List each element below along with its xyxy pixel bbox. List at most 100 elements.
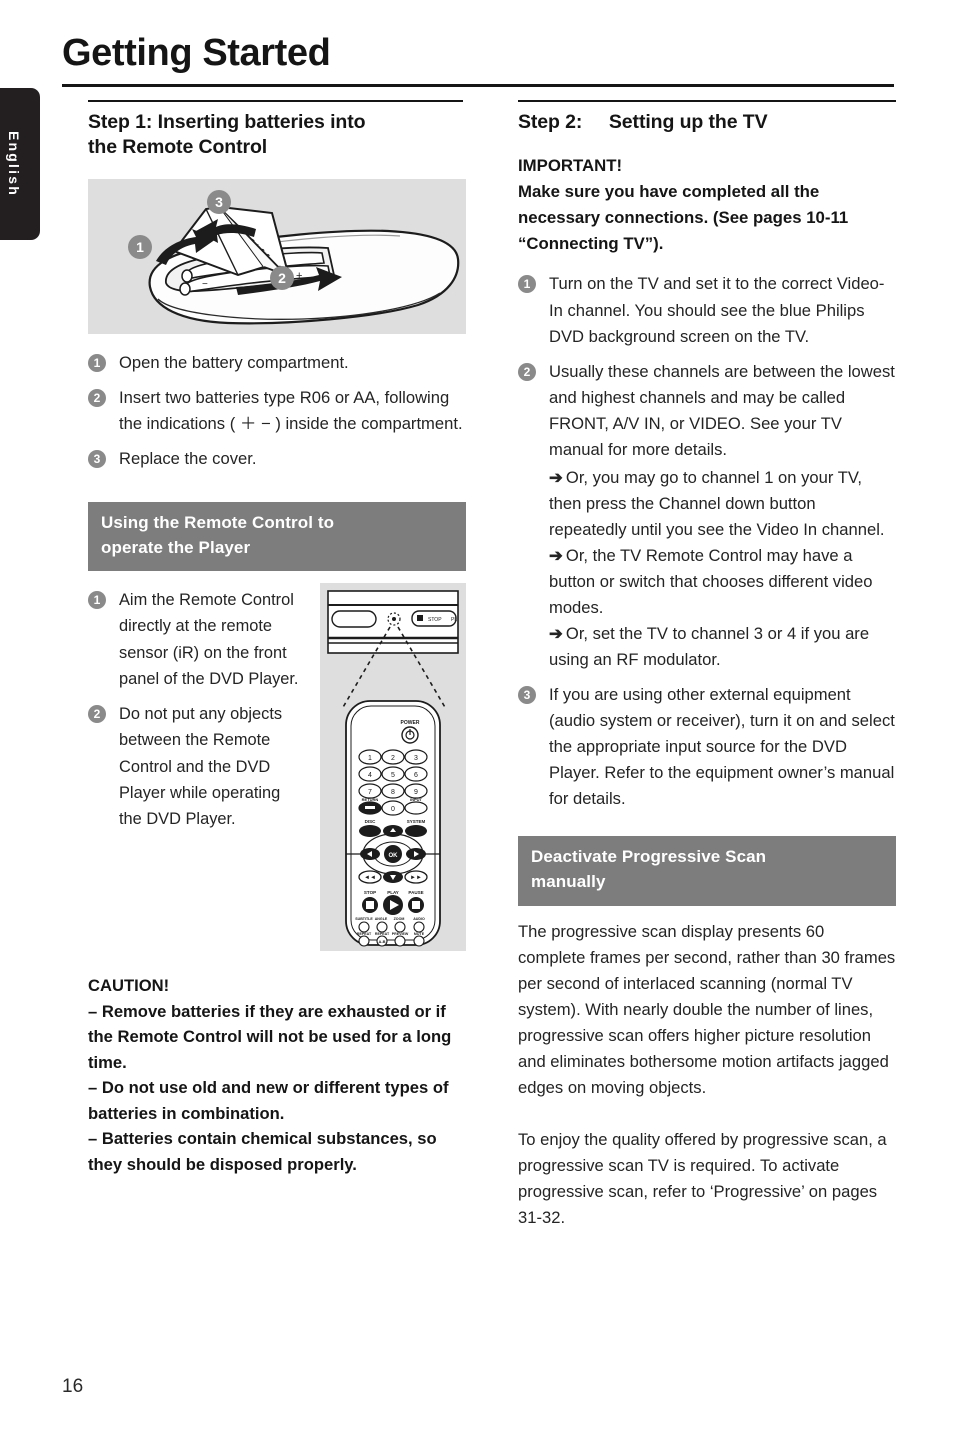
arrow-note: ➔ Or, the TV Remote Control may have a bu… [549, 543, 896, 621]
list-item: 2 Insert two batteries type R06 or AA, f… [88, 385, 466, 437]
list-item: 1 Turn on the TV and set it to the corre… [518, 271, 896, 349]
svg-text:MUTE: MUTE [414, 932, 425, 936]
svg-text:ZOOM: ZOOM [394, 917, 405, 921]
svg-text:3: 3 [215, 194, 223, 210]
list-item-text: Turn on the TV and set it to the correct… [549, 274, 885, 346]
left-column: Step 1: Inserting batteries into the Rem… [88, 100, 466, 1178]
page-number: 16 [62, 1376, 84, 1397]
callout-1: 1 [128, 234, 152, 259]
list-bullet: 2 [88, 388, 106, 407]
svg-text:1: 1 [368, 755, 372, 762]
caution-item: – Do not use old and new or different ty… [88, 1078, 449, 1123]
remote-steps-list: 1 Aim the Remote Control directly at the… [88, 587, 306, 832]
title-divider [62, 84, 894, 87]
svg-text:PLAY: PLAY [387, 890, 399, 895]
list-bullet: 2 [518, 362, 536, 381]
remote-control-body: POWER 1 2 3 4 5 6 7 8 9 0 RETURN INPUT D… [345, 700, 441, 947]
list-item: 3 Replace the cover. [88, 446, 466, 472]
step2-heading: Step 2: Setting up the TV [518, 111, 768, 133]
arrow-note-text: Or, the TV Remote Control may have a but… [549, 545, 873, 618]
caution-block: CAUTION! – Remove batteries if they are … [88, 973, 466, 1177]
progressive-scan-band: Deactivate Progressive Scan manually [518, 836, 896, 906]
remote-usage-text: 1 Aim the Remote Control directly at the… [88, 583, 306, 841]
step2-divider [518, 100, 896, 102]
list-bullet: 2 [88, 705, 106, 724]
svg-text:2: 2 [278, 270, 286, 286]
arrow-note-text: Or, you may go to channel 1 on your TV, … [549, 467, 885, 539]
remote-usage-block: 1 Aim the Remote Control directly at the… [88, 583, 466, 952]
list-item-text: Usually these channels are between the l… [549, 361, 895, 459]
svg-text:AUDIO: AUDIO [413, 917, 425, 921]
list-item-text: If you are using other external equipmen… [549, 685, 895, 809]
list-item: 2 Do not put any objects between the Rem… [88, 701, 306, 832]
svg-text:REPEAT: REPEAT [375, 932, 390, 936]
battery-steps-list: 1 Open the battery compartment. 2 Insert… [88, 350, 466, 472]
svg-text:SUBTITLE: SUBTITLE [355, 917, 373, 921]
svg-text:PL: PL [451, 617, 457, 623]
svg-text:0: 0 [391, 806, 395, 813]
important-title: IMPORTANT! [518, 156, 623, 176]
svg-text:REPEAT: REPEAT [357, 932, 372, 936]
svg-text:INPUT: INPUT [410, 797, 423, 802]
remote-control-aiming-illustration: STOP PL POWER 1 2 3 4 5 6 7 8 9 0 RETURN… [320, 583, 466, 952]
callout-3: 3 [207, 189, 231, 214]
important-text: Make sure you have completed all the nec… [518, 182, 849, 254]
svg-text:9: 9 [414, 789, 418, 796]
dvd-player-front-panel: STOP PL [327, 590, 459, 654]
caution-title: CAUTION! [88, 976, 170, 996]
svg-text:2: 2 [391, 755, 395, 762]
svg-text:5: 5 [391, 772, 395, 779]
svg-text:►►: ►► [410, 875, 422, 881]
callout-2: 2 [270, 265, 294, 290]
list-item-text: Do not put any objects between the Remot… [119, 705, 283, 829]
language-tab: English [0, 88, 40, 240]
caution-item: – Batteries contain chemical substances,… [88, 1129, 437, 1174]
svg-text:A-B: A-B [378, 939, 385, 944]
language-tab-label: English [6, 131, 22, 197]
svg-text:POWER: POWER [401, 720, 420, 726]
list-item: 1 Open the battery compartment. [88, 350, 466, 376]
list-bullet: 3 [518, 686, 536, 705]
list-item-text: Replace the cover. [119, 448, 257, 468]
arrow-notes: ➔ Or, you may go to channel 1 on your TV,… [549, 465, 896, 673]
arrow-icon: ➔ [549, 467, 563, 487]
svg-text:DISC: DISC [365, 819, 377, 824]
list-bullet: 3 [88, 449, 106, 468]
svg-text:6: 6 [414, 772, 418, 779]
arrow-note: ➔ Or, set the TV to channel 3 or 4 if you… [549, 621, 896, 673]
list-bullet: 1 [518, 275, 536, 294]
arrow-note-text: Or, set the TV to channel 3 or 4 if you … [549, 624, 870, 670]
svg-text:◄◄: ◄◄ [364, 875, 376, 881]
svg-text:STOP: STOP [428, 617, 442, 623]
list-item-text: Insert two batteries type R06 or AA, fol… [119, 387, 463, 433]
arrow-note: ➔ Or, you may go to channel 1 on your TV,… [549, 465, 896, 543]
list-bullet: 1 [88, 353, 106, 372]
arrow-icon: ➔ [549, 624, 563, 644]
svg-text:8: 8 [391, 789, 395, 796]
step1-heading: Step 1: Inserting batteries into the Rem… [88, 111, 366, 159]
svg-text:ANGLE: ANGLE [375, 917, 388, 921]
svg-text:7: 7 [368, 789, 372, 796]
svg-text:3: 3 [414, 755, 418, 762]
list-item-text: Aim the Remote Control directly at the r… [119, 591, 299, 688]
using-remote-band: Using the Remote Control to operate the … [88, 501, 466, 572]
svg-text:PREVIEW: PREVIEW [392, 932, 409, 936]
arrow-icon: ➔ [549, 545, 563, 565]
important-note: IMPORTANT! Make sure you have completed … [518, 153, 896, 257]
list-bullet: 1 [88, 591, 106, 610]
svg-text:OK: OK [389, 853, 399, 859]
list-item: 2 Usually these channels are between the… [518, 359, 896, 674]
page-title: Getting Started [62, 32, 331, 74]
right-column: Step 2: Setting up the TV IMPORTANT! Mak… [518, 100, 896, 1231]
list-item-text: Open the battery compartment. [119, 352, 349, 372]
list-item: 1 Aim the Remote Control directly at the… [88, 587, 306, 692]
list-item: 3 If you are using other external equipm… [518, 682, 896, 812]
svg-text:RETURN: RETURN [362, 797, 379, 802]
tv-setup-list: 1 Turn on the TV and set it to the corre… [518, 271, 896, 812]
step1-divider [88, 100, 463, 102]
progressive-paragraph-1: The progressive scan display presents 60… [518, 921, 896, 1097]
svg-text:PAUSE: PAUSE [408, 890, 423, 895]
battery-compartment-illustration: + − + 1 [88, 178, 466, 334]
svg-text:SYSTEM: SYSTEM [407, 819, 426, 824]
svg-text:4: 4 [368, 772, 372, 779]
